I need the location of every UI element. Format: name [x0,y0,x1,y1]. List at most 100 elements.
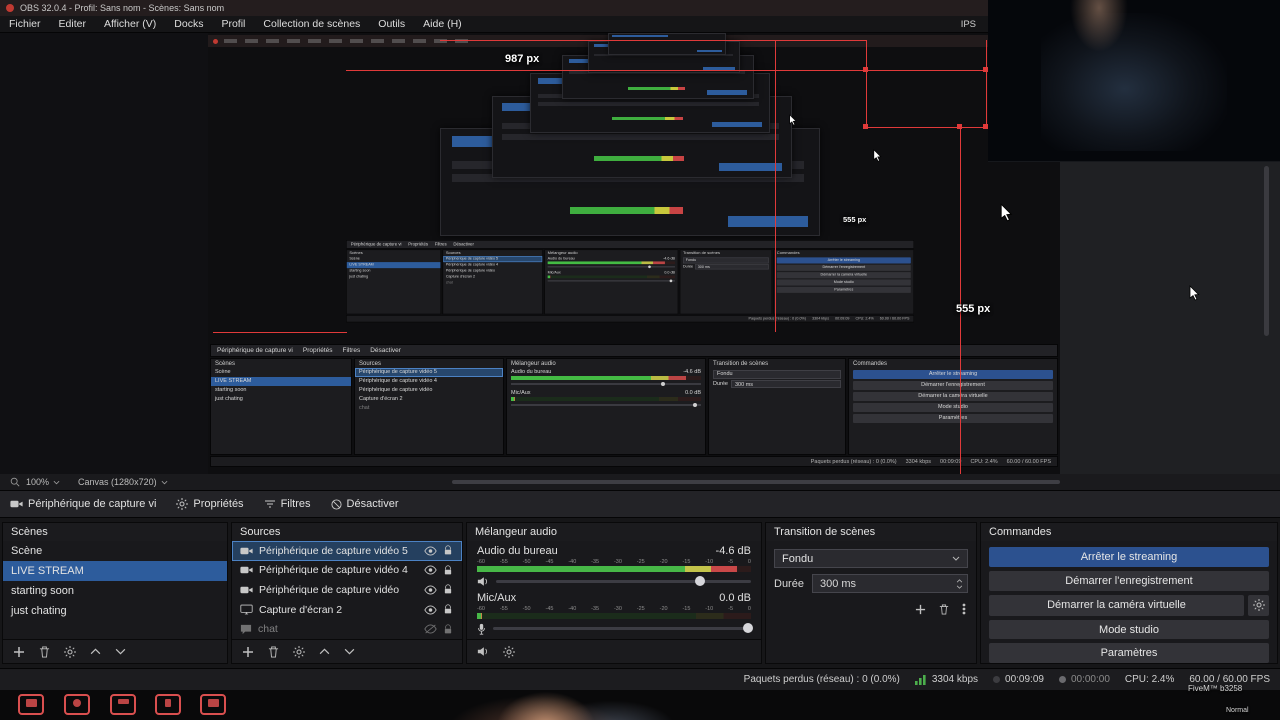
move-scene-up-button[interactable] [90,648,101,655]
captured-obs-logo-icon [213,38,218,44]
preview-horizontal-scrollbar[interactable] [452,480,1060,484]
volume-slider-handle[interactable] [743,623,754,633]
scene-item[interactable]: starting soon [3,581,227,601]
captured-mixer-panel: Mélangeur audio Audio du bureau -4.6 dB M… [506,358,706,455]
transition-select[interactable]: Fondu [774,549,968,568]
stop-streaming-button[interactable]: Arrêter le streaming [989,547,1269,567]
menu-view[interactable]: Afficher (V) [95,16,165,32]
menu-docks[interactable]: Docks [165,16,212,32]
source-item-hidden[interactable]: chat [232,619,462,639]
add-scene-button[interactable] [13,646,25,658]
canvas-size-select[interactable]: Canvas (1280x720) [78,477,168,487]
properties-button[interactable]: Propriétés [176,498,244,510]
source-item-selected[interactable]: Périphérique de capture vidéo 5 [232,541,462,561]
captured-person [420,690,720,720]
bitrate-status: 3304 kbps [914,674,978,685]
captured-scenes-panel: Scènes Scène LIVE STREAM starting soon j… [210,358,352,455]
chevron-up-icon[interactable] [956,578,963,583]
scene-item[interactable]: just chating [3,601,227,621]
settings-button[interactable]: Paramètres [989,643,1269,663]
add-source-button[interactable] [242,646,254,658]
captured-disable-button: Désactiver [370,347,401,354]
virtual-camera-config-button[interactable] [1248,594,1269,616]
resize-handle[interactable] [957,124,962,129]
recursive-window [608,33,726,55]
transition-properties-button[interactable] [962,603,966,615]
volume-slider-mic[interactable] [493,623,754,633]
captured-properties-button: Propriétés [302,347,333,354]
captured-obs-docks-small: Périphérique de capture vi Propriétés Fi… [346,240,915,323]
mixer-unmute-button[interactable] [477,646,489,657]
disable-source-button[interactable]: Désactiver [330,498,398,510]
sources-panel: Sources Périphérique de capture vidéo 5 … [231,522,463,664]
eye-icon[interactable] [424,605,437,615]
source-properties-button[interactable] [293,645,305,658]
remove-scene-button[interactable] [39,646,50,658]
title-bar[interactable]: OBS 32.0.4 - Profil: Sans nom - Scènes: … [0,0,990,16]
preview-zoom-bar: 100% Canvas (1280x720) [0,474,1280,490]
scene-filters-button[interactable] [64,645,76,658]
source-item[interactable]: Périphérique de capture vidéo [232,580,462,600]
volume-meter-mic [477,613,751,619]
eye-icon[interactable] [424,565,437,575]
zoom-level-select[interactable]: 100% [26,477,60,487]
lock-icon[interactable] [443,624,453,635]
bottom-capture-strip [0,690,1280,720]
scene-item[interactable]: Scène [3,541,227,561]
fps-indicator-label: IPS [960,18,976,30]
start-virtual-camera-button[interactable]: Démarrer la caméra virtuelle [989,594,1244,616]
controls-panel-title: Commandes [989,526,1052,538]
lock-icon[interactable] [443,565,453,576]
preview-vertical-scrollbar[interactable] [1264,166,1269,336]
move-scene-down-button[interactable] [115,648,126,655]
resize-handle[interactable] [863,67,868,72]
overlay-icon [155,694,181,715]
lock-icon[interactable] [443,604,453,615]
resize-handle[interactable] [863,124,868,129]
eye-icon[interactable] [424,585,437,595]
lock-icon[interactable] [443,545,453,556]
duration-spin-arrows[interactable] [956,578,963,589]
source-item[interactable]: Capture d'écran 2 [232,600,462,620]
menu-scene-collection[interactable]: Collection de scènes [254,16,369,32]
advanced-audio-button[interactable] [503,645,515,658]
chevron-down-icon [161,480,168,484]
move-source-down-button[interactable] [344,648,355,655]
chevron-down-icon[interactable] [956,585,963,589]
source-context-toolbar: Périphérique de capture vi Propriétés Fi… [0,490,1280,518]
source-item[interactable]: Périphérique de capture vidéo 4 [232,561,462,581]
remove-transition-button[interactable] [939,603,949,615]
dropped-frames-status: Paquets perdus (réseau) : 0 (0.0%) [743,674,900,685]
selection-height-line [960,127,961,474]
speaker-icon[interactable] [477,576,489,587]
scene-item-active[interactable]: LIVE STREAM [3,561,227,581]
menu-profile[interactable]: Profil [212,16,254,32]
window-title: OBS 32.0.4 - Profil: Sans nom - Scènes: … [20,3,225,13]
eye-off-icon[interactable] [424,624,437,634]
mic-icon[interactable] [477,623,486,635]
duration-spinbox[interactable]: 300 ms [811,574,968,593]
volume-slider-handle[interactable] [694,576,705,586]
mixer-channel-db: -4.6 dB [715,545,751,557]
selection-guide-top [440,40,866,41]
remove-source-button[interactable] [268,646,279,658]
menu-edit[interactable]: Editer [50,16,95,32]
menu-help[interactable]: Aide (H) [414,16,471,32]
move-source-up-button[interactable] [319,648,330,655]
studio-mode-button[interactable]: Mode studio [989,619,1269,640]
captured-menu-blur [224,39,474,43]
menu-bar: Fichier Editer Afficher (V) Docks Profil… [0,16,990,33]
webcam-feed[interactable] [988,0,1280,162]
start-recording-button[interactable]: Démarrer l'enregistrement [989,570,1269,591]
camera-icon [240,586,253,594]
audio-mixer-panel: Mélangeur audio Audio du bureau -4.6 dB … [466,522,762,664]
volume-slider-desktop[interactable] [496,576,751,586]
lock-icon[interactable] [443,584,453,595]
signal-bars-icon [914,674,926,685]
eye-icon[interactable] [424,546,437,556]
overlay-icon [64,694,90,715]
menu-tools[interactable]: Outils [369,16,414,32]
add-transition-button[interactable] [915,603,926,615]
filters-button[interactable]: Filtres [264,498,311,510]
menu-file[interactable]: Fichier [0,16,50,32]
